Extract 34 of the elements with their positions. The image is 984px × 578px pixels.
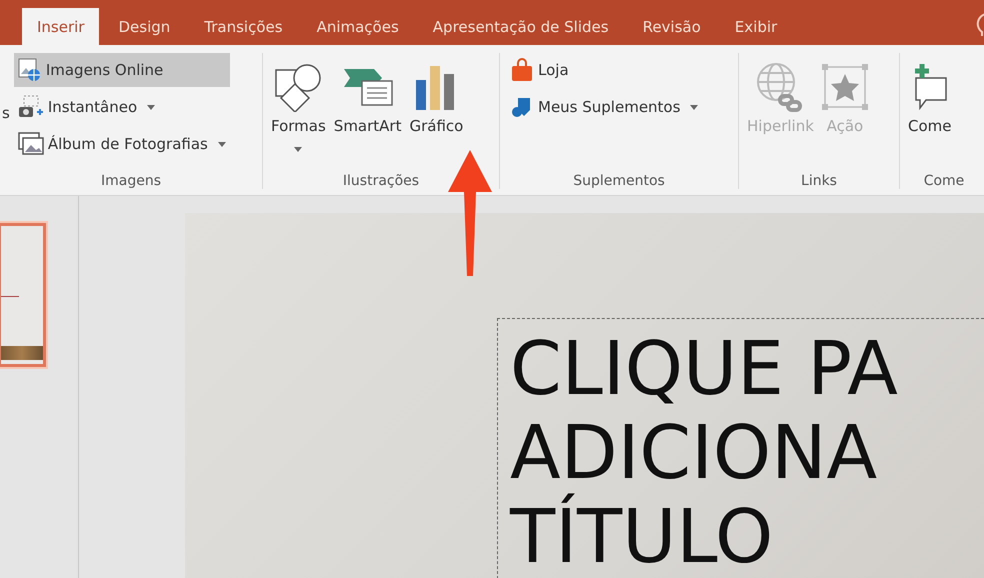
ribbon-tab[interactable]: Revisão [628,8,716,45]
camera-icon [18,95,44,119]
ribbon-tab[interactable]: Exibir [720,8,792,45]
star-action-icon [822,64,868,110]
group-label: Imagens [100,173,162,189]
title-placeholder[interactable]: CLIQUE PA ADICIONA TÍTULO [497,318,984,578]
group-label: Links [800,173,838,189]
ribbon-button[interactable]: Come [906,53,954,173]
slide-title-line: CLIQUE PA [510,327,899,411]
globe-link-icon [756,62,804,112]
cut-label: s [2,104,10,122]
bar-chart-icon [416,64,456,110]
ribbon-button[interactable]: Álbum de Fotografias [14,127,230,161]
ribbon-button[interactable]: Loja [506,53,702,87]
online-picture-icon [18,58,42,82]
group-label: Suplementos [572,173,666,189]
ribbon-button[interactable]: Gráfico [407,53,466,173]
ribbon-tab[interactable]: Inserir [22,8,100,45]
ribbon-tab[interactable]: Apresentação de Slides [418,8,624,45]
ribbon-tab[interactable]: Design [103,8,186,45]
photo-album-icon [18,132,44,156]
group-label: Ilustrações [342,173,420,189]
ribbon-button[interactable]: Instantâneo [14,90,230,124]
ribbon-tab[interactable]: Transições [189,8,298,45]
ribbon-button[interactable]: Formas [269,53,328,173]
slide-thumbnail[interactable] [0,223,46,367]
ribbon-button[interactable]: SmartArt [332,53,404,173]
slide-title-line: TÍTULO [510,495,774,578]
ribbon-button[interactable]: Meus Suplementos [506,90,702,124]
shopping-bag-icon [510,58,534,82]
shapes-icon [273,62,324,112]
ribbon-tab[interactable]: Animações [302,8,414,45]
group-label: Come [922,173,966,189]
ribbon-button[interactable]: Imagens Online [14,53,230,87]
